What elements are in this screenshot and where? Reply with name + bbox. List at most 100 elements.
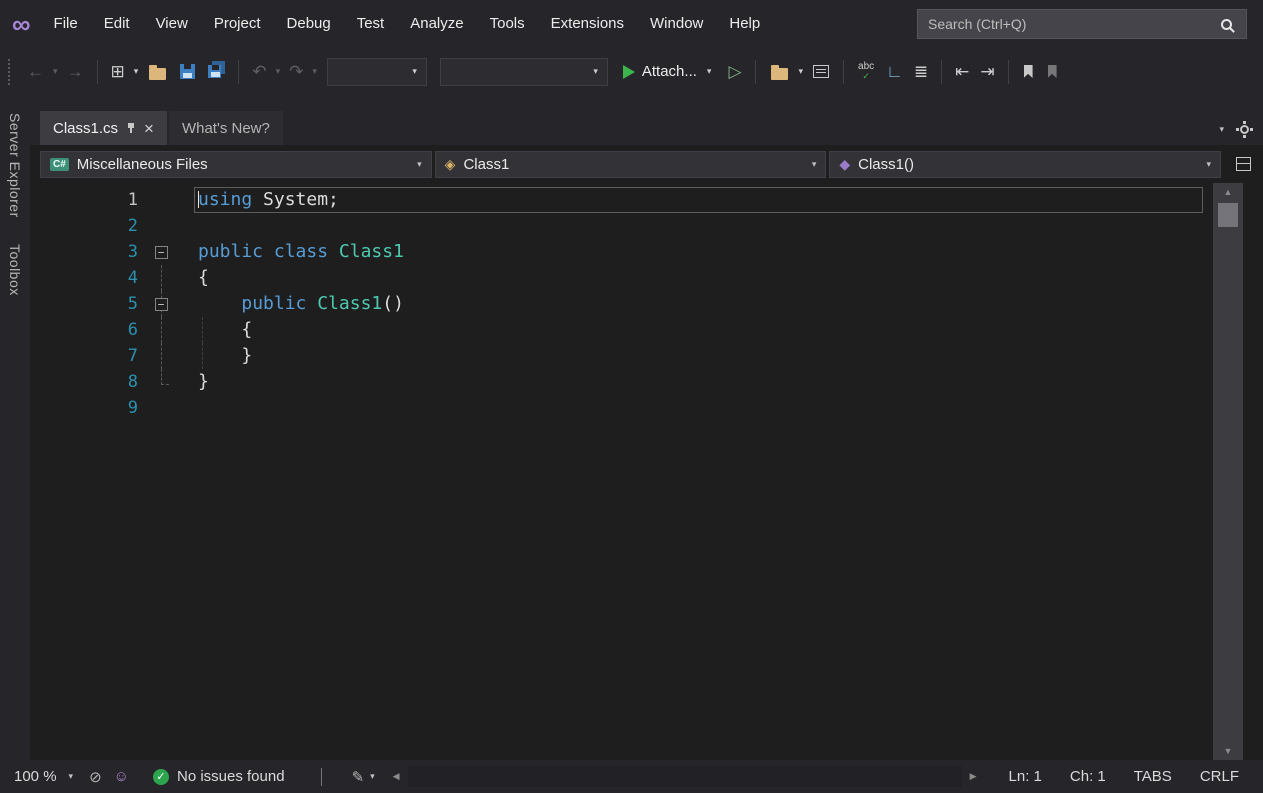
code-text[interactable]: }: [194, 369, 1203, 395]
feedback-icon[interactable]: ☺: [108, 768, 135, 785]
menu-view[interactable]: View: [143, 0, 201, 48]
type-dropdown[interactable]: ◈ Class1 ▾: [435, 151, 827, 178]
fold-margin[interactable]: [148, 265, 174, 291]
outline-structure-icon[interactable]: ≣: [909, 60, 933, 83]
tab-whats-new[interactable]: What's New?: [169, 111, 283, 145]
menu-tools[interactable]: Tools: [477, 0, 538, 48]
zoom-control[interactable]: 100 % ▾: [10, 768, 83, 785]
split-window-icon[interactable]: [1236, 157, 1251, 171]
code-line-5[interactable]: 5− public Class1(): [30, 291, 1213, 317]
issues-status-text[interactable]: No issues found: [177, 768, 285, 785]
platform-dropdown[interactable]: ▾: [440, 58, 608, 86]
toggle-bookmark-icon[interactable]: [1024, 65, 1033, 78]
line-ending-indicator[interactable]: CRLF: [1186, 768, 1253, 785]
settings-gear-icon[interactable]: [1240, 125, 1249, 134]
side-tab-toolbox[interactable]: Toolbox: [7, 244, 23, 296]
redo-icon[interactable]: ↷: [284, 60, 308, 83]
scroll-up-icon[interactable]: ▲: [1213, 183, 1243, 201]
column-indicator[interactable]: Ch: 1: [1056, 768, 1120, 785]
navigate-back-chevron-icon[interactable]: ▾: [50, 66, 61, 77]
search-input[interactable]: [918, 16, 1221, 32]
menu-edit[interactable]: Edit: [91, 0, 143, 48]
redo-chevron-icon[interactable]: ▾: [309, 66, 320, 77]
configuration-dropdown[interactable]: ▾: [327, 58, 427, 86]
navigate-back-icon[interactable]: ←: [22, 60, 49, 83]
code-line-9[interactable]: 9: [30, 395, 1213, 421]
menu-file[interactable]: File: [41, 0, 91, 48]
vertical-scroll-thumb[interactable]: [1218, 203, 1238, 227]
project-dropdown[interactable]: C# Miscellaneous Files ▾: [40, 151, 432, 178]
code-text[interactable]: {: [194, 317, 1203, 343]
undo-icon[interactable]: ↶: [247, 60, 271, 83]
menu-extensions[interactable]: Extensions: [538, 0, 637, 48]
horizontal-scrollbar[interactable]: ◀ ▶: [385, 760, 985, 793]
tab-class1-cs[interactable]: Class1.cs ×: [40, 111, 167, 145]
fold-margin[interactable]: −: [148, 239, 174, 265]
save-icon[interactable]: [180, 64, 195, 79]
collapse-region-icon[interactable]: −: [155, 246, 168, 259]
menu-debug[interactable]: Debug: [274, 0, 344, 48]
notifications-muted-icon[interactable]: ⊘: [83, 768, 108, 786]
code-text[interactable]: public class Class1: [194, 239, 1203, 265]
toolbar-grip[interactable]: [8, 59, 13, 85]
decrease-indent-icon[interactable]: ⇤: [950, 60, 974, 83]
new-project-chevron-icon[interactable]: ▾: [131, 66, 142, 77]
start-without-debugging-icon[interactable]: ▷: [723, 60, 746, 83]
indent-mode-indicator[interactable]: TABS: [1120, 768, 1186, 785]
code-text[interactable]: [194, 395, 1203, 421]
menu-window[interactable]: Window: [637, 0, 716, 48]
new-project-icon[interactable]: ⊞: [106, 60, 130, 83]
vertical-scrollbar[interactable]: ▲ ▼: [1213, 183, 1243, 760]
menu-project[interactable]: Project: [201, 0, 274, 48]
code-line-7[interactable]: 7 }: [30, 343, 1213, 369]
attach-button[interactable]: Attach... ▾: [615, 59, 723, 84]
spell-check-icon[interactable]: abc: [858, 62, 874, 81]
side-tab-server-explorer[interactable]: Server Explorer: [7, 113, 23, 218]
no-issues-check-icon[interactable]: ✓: [153, 769, 169, 785]
undo-chevron-icon[interactable]: ▾: [273, 66, 284, 77]
pin-icon[interactable]: [126, 123, 136, 134]
code-cleanup-chevron-icon[interactable]: ▾: [370, 771, 375, 782]
increase-indent-icon[interactable]: ⇥: [975, 60, 999, 83]
menu-analyze[interactable]: Analyze: [397, 0, 476, 48]
code-line-4[interactable]: 4{: [30, 265, 1213, 291]
find-in-files-icon[interactable]: [771, 68, 788, 80]
search-box[interactable]: [917, 9, 1247, 39]
fold-margin[interactable]: −: [148, 291, 174, 317]
code-line-2[interactable]: 2: [30, 213, 1213, 239]
clear-bookmarks-icon[interactable]: [1048, 65, 1057, 78]
fold-margin[interactable]: [148, 369, 174, 395]
scroll-down-icon[interactable]: ▼: [1213, 742, 1243, 760]
code-text[interactable]: [194, 213, 1203, 239]
line-indicator[interactable]: Ln: 1: [995, 768, 1056, 785]
menu-help[interactable]: Help: [716, 0, 773, 48]
collapse-region-icon[interactable]: −: [155, 298, 168, 311]
close-icon[interactable]: ×: [144, 120, 154, 137]
code-editor[interactable]: 1using System;23−public class Class14{5−…: [30, 183, 1213, 760]
horizontal-scroll-track[interactable]: [408, 766, 962, 787]
fold-margin[interactable]: [148, 343, 174, 369]
scroll-right-icon[interactable]: ▶: [962, 771, 985, 782]
member-dropdown[interactable]: ◆ Class1() ▾: [829, 151, 1221, 178]
code-text[interactable]: public Class1(): [194, 291, 1203, 317]
open-documents-chevron-icon[interactable]: ▾: [1219, 124, 1224, 135]
code-text[interactable]: {: [194, 265, 1203, 291]
code-line-6[interactable]: 6 {: [30, 317, 1213, 343]
search-icon[interactable]: [1221, 19, 1232, 30]
vertical-scroll-track[interactable]: [1213, 201, 1243, 742]
navigate-forward-icon[interactable]: →: [62, 60, 89, 83]
open-file-folder-icon[interactable]: [149, 68, 166, 80]
code-text[interactable]: }: [194, 343, 1203, 369]
code-cleanup-icon[interactable]: ✎: [346, 768, 371, 786]
whitespace-icon[interactable]: ∟: [881, 60, 908, 83]
code-line-3[interactable]: 3−public class Class1: [30, 239, 1213, 265]
code-line-1[interactable]: 1using System;: [30, 187, 1213, 213]
menu-test[interactable]: Test: [344, 0, 398, 48]
code-line-8[interactable]: 8}: [30, 369, 1213, 395]
find-chevron-icon[interactable]: ▾: [796, 66, 807, 77]
code-text[interactable]: using System;: [194, 187, 1203, 213]
save-all-icon[interactable]: [208, 65, 221, 78]
scroll-left-icon[interactable]: ◀: [385, 771, 408, 782]
fold-margin[interactable]: [148, 317, 174, 343]
solution-explorer-icon[interactable]: [813, 65, 829, 78]
